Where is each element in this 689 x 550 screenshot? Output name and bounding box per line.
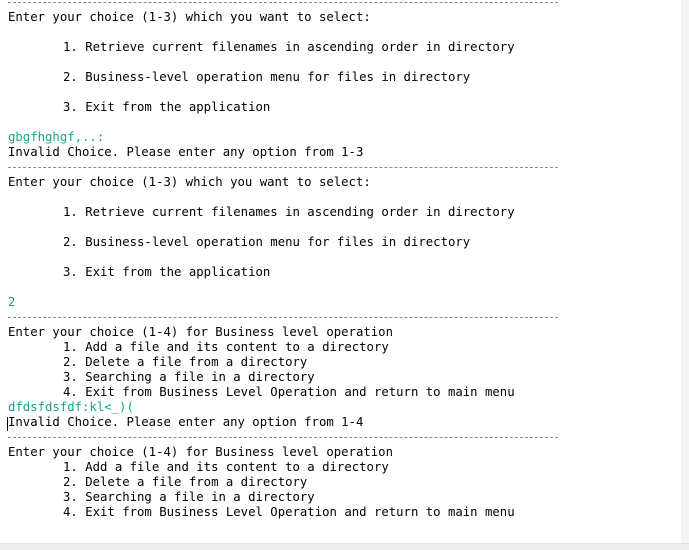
business-menu-prompt: Enter your choice (1-4) for Business lev… (8, 325, 393, 339)
vertical-scrollbar[interactable] (681, 0, 689, 544)
console-output[interactable]: Enter your choice (1-3) which you want t… (0, 0, 681, 544)
separator-line (8, 317, 558, 318)
business-menu-option-3: 3. Searching a file in a directory (63, 490, 315, 504)
separator-line (8, 167, 558, 168)
main-menu-option-1: 1. Retrieve current filenames in ascendi… (63, 40, 515, 54)
main-menu-option-2: 2. Business-level operation menu for fil… (63, 70, 471, 84)
horizontal-scrollbar[interactable] (0, 543, 689, 550)
error-message: Invalid Choice. Please enter any option … (8, 145, 364, 159)
business-menu-option-4: 4. Exit from Business Level Operation an… (63, 385, 515, 399)
business-menu-option-1: 1. Add a file and its content to a direc… (63, 340, 389, 354)
user-input: dfdsfdsfdf:kl<_)( (8, 400, 134, 414)
main-menu-prompt: Enter your choice (1-3) which you want t… (8, 10, 371, 24)
main-menu-option-3: 3. Exit from the application (63, 100, 271, 114)
business-menu-option-4: 4. Exit from Business Level Operation an… (63, 505, 515, 519)
main-menu-option-2: 2. Business-level operation menu for fil… (63, 235, 471, 249)
business-menu-option-1: 1. Add a file and its content to a direc… (63, 460, 389, 474)
business-menu-option-2: 2. Delete a file from a directory (63, 355, 308, 369)
main-menu-option-3: 3. Exit from the application (63, 265, 271, 279)
business-menu-option-3: 3. Searching a file in a directory (63, 370, 315, 384)
main-menu-prompt: Enter your choice (1-3) which you want t… (8, 175, 371, 189)
business-menu-prompt: Enter your choice (1-4) for Business lev… (8, 445, 393, 459)
separator-line (8, 437, 558, 438)
user-input: 2 (8, 295, 16, 309)
business-menu-option-2: 2. Delete a file from a directory (63, 475, 308, 489)
separator-line (8, 2, 558, 3)
error-message: Invalid Choice. Please enter any option … (8, 415, 364, 429)
text-cursor (7, 417, 8, 431)
user-input: gbgfhghgf,..: (8, 130, 105, 144)
main-menu-option-1: 1. Retrieve current filenames in ascendi… (63, 205, 515, 219)
